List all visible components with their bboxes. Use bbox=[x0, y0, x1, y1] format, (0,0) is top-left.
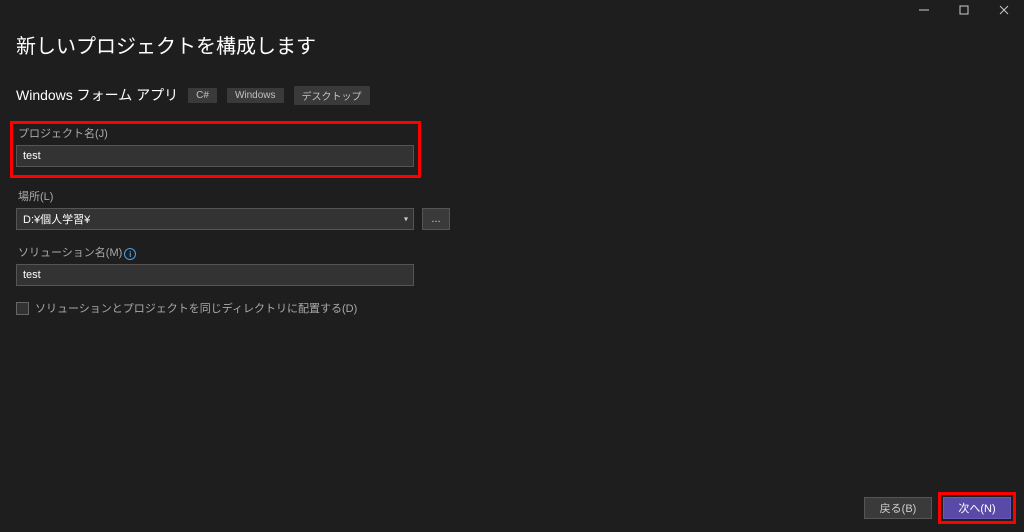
browse-button[interactable]: ... bbox=[422, 208, 450, 230]
maximize-icon bbox=[959, 5, 969, 15]
project-name-highlight: プロジェクト名(J) bbox=[10, 121, 421, 178]
project-name-input[interactable] bbox=[16, 145, 414, 167]
template-info: Windows フォーム アプリ C# Windows デスクトップ bbox=[16, 85, 1008, 105]
template-tag-csharp: C# bbox=[188, 88, 217, 103]
project-name-label: プロジェクト名(J) bbox=[16, 125, 415, 141]
content-area: 新しいプロジェクトを構成します Windows フォーム アプリ C# Wind… bbox=[0, 20, 1024, 316]
next-button[interactable]: 次へ(N) bbox=[943, 497, 1011, 519]
page-title: 新しいプロジェクトを構成します bbox=[16, 30, 1008, 59]
same-directory-checkbox[interactable] bbox=[16, 302, 29, 315]
template-tag-desktop: デスクトップ bbox=[294, 86, 370, 105]
info-icon[interactable]: i bbox=[124, 248, 136, 260]
template-tag-windows: Windows bbox=[227, 88, 284, 103]
close-button[interactable] bbox=[984, 0, 1024, 20]
template-name: Windows フォーム アプリ bbox=[16, 85, 178, 105]
same-directory-label: ソリューションとプロジェクトを同じディレクトリに配置する(D) bbox=[35, 300, 357, 316]
minimize-button[interactable] bbox=[904, 0, 944, 20]
close-icon bbox=[999, 5, 1009, 15]
footer-buttons: 戻る(B) 次へ(N) bbox=[864, 492, 1016, 524]
location-dropdown[interactable] bbox=[16, 208, 414, 230]
solution-name-label: ソリューション名(M) bbox=[16, 244, 122, 260]
next-button-highlight: 次へ(N) bbox=[938, 492, 1016, 524]
titlebar bbox=[0, 0, 1024, 20]
solution-name-input[interactable] bbox=[16, 264, 414, 286]
minimize-icon bbox=[919, 5, 929, 15]
location-label: 場所(L) bbox=[16, 188, 1008, 204]
back-button[interactable]: 戻る(B) bbox=[864, 497, 932, 519]
maximize-button[interactable] bbox=[944, 0, 984, 20]
